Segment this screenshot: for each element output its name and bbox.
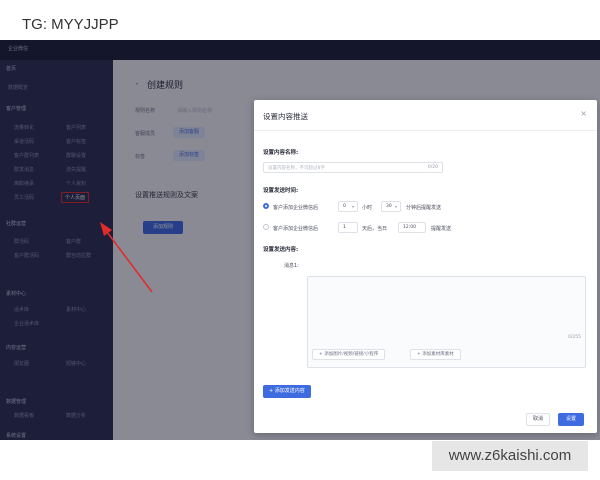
watermark-bottom: www.z6kaishi.com bbox=[432, 441, 588, 471]
watermark-top: TG: MYYJJPP bbox=[12, 10, 129, 40]
red-arrow-annotation bbox=[100, 222, 153, 293]
app-window: 企业微信 首页 数据概览 客户管理 流量转化 客户列表 渠道活码 客户标签 客户… bbox=[0, 40, 600, 440]
